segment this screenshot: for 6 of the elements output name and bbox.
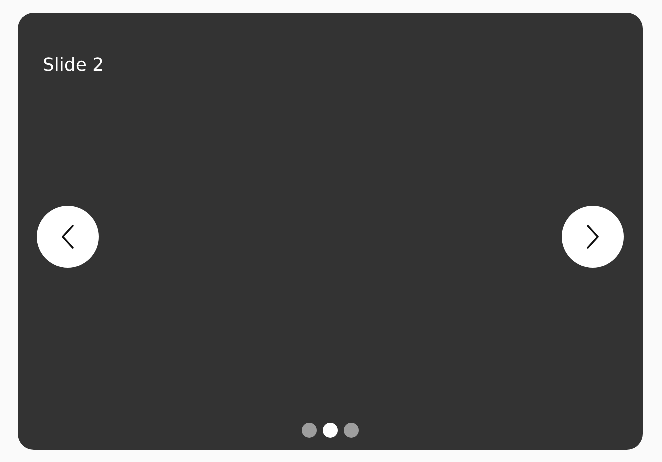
slide-indicator-dot[interactable] [323,423,338,438]
slide-title: Slide 2 [43,55,104,77]
slide-indicator-dot[interactable] [344,423,359,438]
chevron-right-icon [587,225,599,249]
slide-indicator-dot[interactable] [302,423,317,438]
chevron-left-icon [62,225,74,249]
